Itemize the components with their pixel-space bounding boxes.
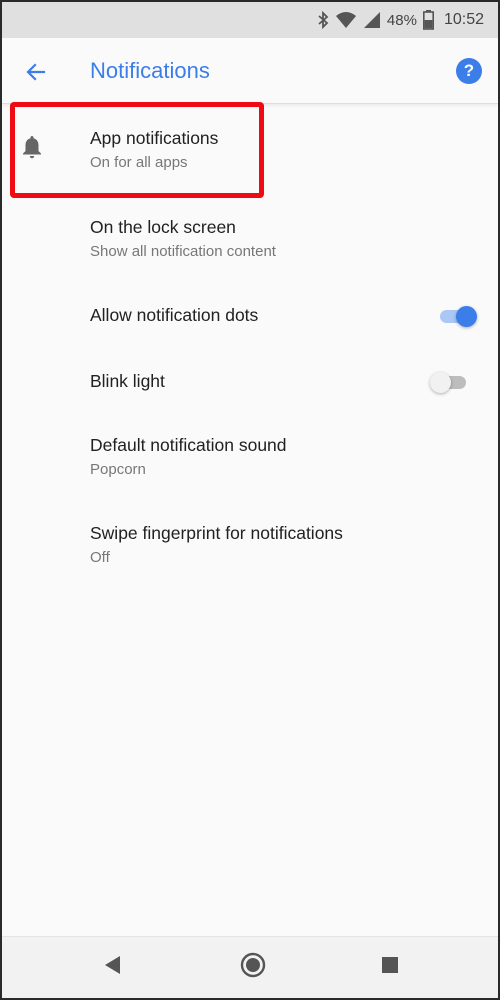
nav-bar bbox=[2, 936, 498, 998]
toggle-thumb bbox=[430, 372, 451, 393]
bell-icon bbox=[23, 136, 41, 159]
nav-recents-button[interactable] bbox=[382, 957, 398, 973]
setting-lock-screen[interactable]: On the lock screen Show all notification… bbox=[2, 200, 498, 288]
setting-subtitle: Show all notification content bbox=[90, 243, 276, 260]
app-bar: Notifications ? bbox=[2, 38, 498, 104]
setting-notification-dots[interactable]: Allow notification dots bbox=[2, 290, 498, 356]
help-icon: ? bbox=[463, 61, 475, 80]
notification-dots-toggle[interactable] bbox=[438, 304, 478, 328]
setting-app-notifications[interactable]: App notifications On for all apps bbox=[2, 104, 498, 192]
clock: 10:52 bbox=[443, 11, 484, 28]
phone-screen: 48% 10:52 Notifications ? App notificati… bbox=[0, 0, 500, 1000]
setting-blink-light[interactable]: Blink light bbox=[2, 356, 498, 422]
recents-square-icon bbox=[382, 957, 398, 973]
battery-percentage: 48% bbox=[386, 11, 417, 29]
wifi-icon bbox=[335, 11, 357, 29]
status-bar: 48% 10:52 bbox=[2, 2, 498, 38]
setting-title: Swipe fingerprint for notifications bbox=[90, 523, 343, 543]
setting-subtitle: On for all apps bbox=[90, 154, 188, 171]
nav-back-button[interactable] bbox=[104, 955, 122, 975]
setting-title: Allow notification dots bbox=[90, 305, 259, 325]
arrow-left-icon bbox=[26, 63, 46, 81]
help-button[interactable]: ? bbox=[456, 58, 482, 84]
setting-title: App notifications bbox=[90, 128, 219, 148]
setting-swipe-fingerprint[interactable]: Swipe fingerprint for notifications Off bbox=[2, 510, 498, 598]
back-button[interactable] bbox=[22, 58, 50, 86]
setting-subtitle: Popcorn bbox=[90, 461, 146, 478]
nav-home-button[interactable] bbox=[240, 952, 266, 978]
page-title: Notifications bbox=[90, 58, 210, 83]
setting-title: Default notification sound bbox=[90, 435, 287, 455]
setting-title: On the lock screen bbox=[90, 217, 236, 237]
blink-light-toggle[interactable] bbox=[430, 370, 470, 394]
signal-icon bbox=[363, 11, 381, 29]
toggle-thumb bbox=[456, 306, 477, 327]
setting-default-sound[interactable]: Default notification sound Popcorn bbox=[2, 422, 498, 510]
setting-title: Blink light bbox=[90, 371, 165, 391]
home-circle-icon bbox=[240, 952, 266, 978]
setting-subtitle: Off bbox=[90, 549, 110, 566]
battery-icon bbox=[422, 10, 434, 30]
bluetooth-icon bbox=[317, 11, 329, 29]
back-triangle-icon bbox=[105, 956, 120, 974]
